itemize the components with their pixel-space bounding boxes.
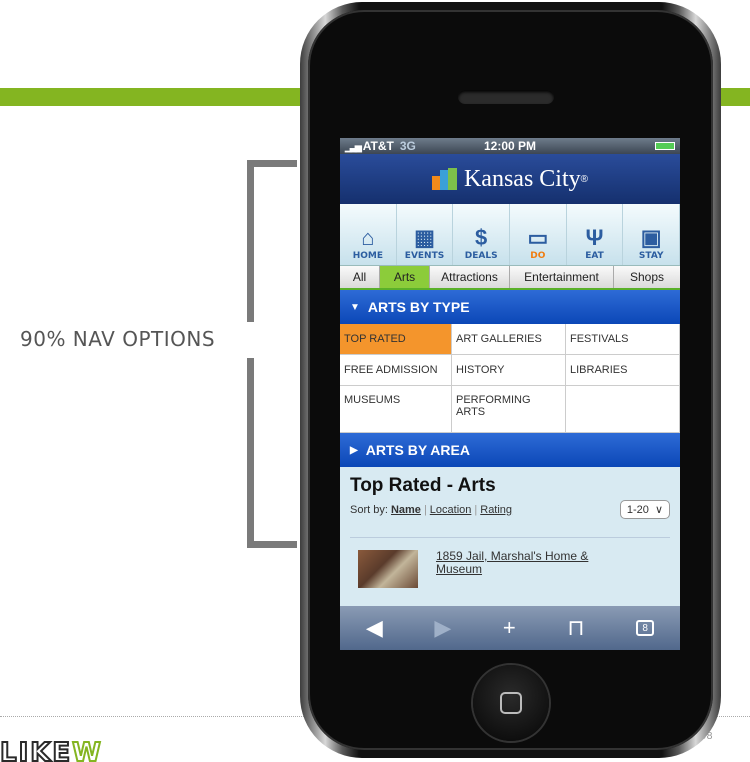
- result-title-line2[interactable]: Museum: [436, 563, 588, 576]
- iphone-frame: ▁▃▅ AT&T 3G 12:00 PM Kansas City ® ⌂ HOME ▦ E…: [300, 2, 721, 758]
- type-museums[interactable]: MUSEUMS: [340, 386, 452, 433]
- sort-name-link[interactable]: Name: [391, 504, 421, 516]
- add-icon[interactable]: +: [503, 615, 516, 641]
- earpiece-speaker: [458, 90, 554, 104]
- tab-arts[interactable]: Arts: [380, 266, 430, 288]
- back-icon[interactable]: ◀: [366, 615, 383, 641]
- arts-type-grid: TOP RATED ART GALLERIES FESTIVALS FREE A…: [340, 324, 680, 433]
- kc-logo-icon: [431, 168, 458, 190]
- pages-icon[interactable]: 8: [636, 620, 655, 636]
- list-item[interactable]: 1859 Jail, Marshal's Home & Museum: [350, 537, 670, 588]
- nav-do[interactable]: ▭ DO: [510, 204, 567, 265]
- nav-deals[interactable]: $ DEALS: [453, 204, 511, 265]
- result-thumbnail: [358, 550, 418, 588]
- green-accent-bar-left: [0, 88, 320, 106]
- suitcase-icon: ▣: [640, 225, 662, 250]
- bookmarks-icon[interactable]: ⊓: [567, 615, 584, 641]
- triangle-right-icon: ▶: [350, 444, 358, 456]
- status-bar: ▁▃▅ AT&T 3G 12:00 PM: [340, 138, 680, 154]
- site-title[interactable]: Kansas City: [464, 166, 581, 193]
- battery-icon: [655, 142, 675, 150]
- sort-rating-link[interactable]: Rating: [480, 504, 512, 516]
- home-square-icon: [500, 692, 522, 714]
- nav-events[interactable]: ▦ EVENTS: [397, 204, 454, 265]
- dollar-icon: $: [475, 225, 488, 250]
- type-free-admission[interactable]: FREE ADMISSION: [340, 355, 452, 386]
- tab-shops[interactable]: Shops: [614, 266, 680, 288]
- bracket-gap: [240, 322, 260, 358]
- ticket-icon: ▭: [527, 225, 549, 250]
- house-icon: ⌂: [361, 225, 375, 250]
- nav-home[interactable]: ⌂ HOME: [340, 204, 397, 265]
- type-libraries[interactable]: LIBRARIES: [566, 355, 680, 386]
- main-nav: ⌂ HOME ▦ EVENTS $ DEALS ▭ DO Ψ EAT ▣ STAY: [340, 204, 680, 266]
- forward-icon[interactable]: ▶: [434, 615, 451, 641]
- type-festivals[interactable]: FESTIVALS: [566, 324, 680, 355]
- type-empty: [566, 386, 680, 433]
- tab-entertainment[interactable]: Entertainment: [510, 266, 614, 288]
- type-top-rated[interactable]: TOP RATED: [340, 324, 452, 355]
- sort-location-link[interactable]: Location: [430, 504, 472, 516]
- arts-by-area-header[interactable]: ▶ ARTS BY AREA: [340, 433, 680, 467]
- tab-all[interactable]: All: [340, 266, 380, 288]
- tab-attractions[interactable]: Attractions: [430, 266, 510, 288]
- arts-by-type-header[interactable]: ▼ ARTS BY TYPE: [340, 290, 680, 324]
- type-performing-arts[interactable]: PERFORMING ARTS: [452, 386, 566, 433]
- calendar-icon: ▦: [414, 225, 435, 250]
- range-select[interactable]: 1-20 ∨: [619, 500, 670, 519]
- utensils-icon: Ψ: [585, 225, 604, 250]
- triangle-down-icon: ▼: [350, 301, 360, 313]
- home-button[interactable]: [473, 665, 549, 741]
- list-title: Top Rated - Arts: [350, 475, 496, 496]
- status-time: 12:00 PM: [483, 139, 537, 153]
- type-art-galleries[interactable]: ART GALLERIES: [452, 324, 566, 355]
- sort-row: Sort by: Name | Location | Rating 1-20 ∨: [350, 500, 670, 519]
- safari-toolbar: ◀ ▶ + ⊓ 8: [340, 606, 680, 650]
- type-history[interactable]: HISTORY: [452, 355, 566, 386]
- nav-stay[interactable]: ▣ STAY: [623, 204, 680, 265]
- sub-tabs: All Arts Attractions Entertainment Shops: [340, 266, 680, 290]
- likew-logo: LIKEW: [0, 737, 103, 762]
- results-list: Top Rated - Arts Sort by: Name | Location…: [340, 467, 680, 596]
- nav-eat[interactable]: Ψ EAT: [567, 204, 624, 265]
- chevron-down-icon: ∨: [654, 504, 663, 516]
- phone-screen: ▁▃▅ AT&T 3G 12:00 PM Kansas City ® ⌂ HOME ▦ E…: [340, 138, 680, 650]
- nav-options-label: 90% NAV OPTIONS: [20, 327, 216, 351]
- kansas-city-header: Kansas City ®: [340, 154, 680, 204]
